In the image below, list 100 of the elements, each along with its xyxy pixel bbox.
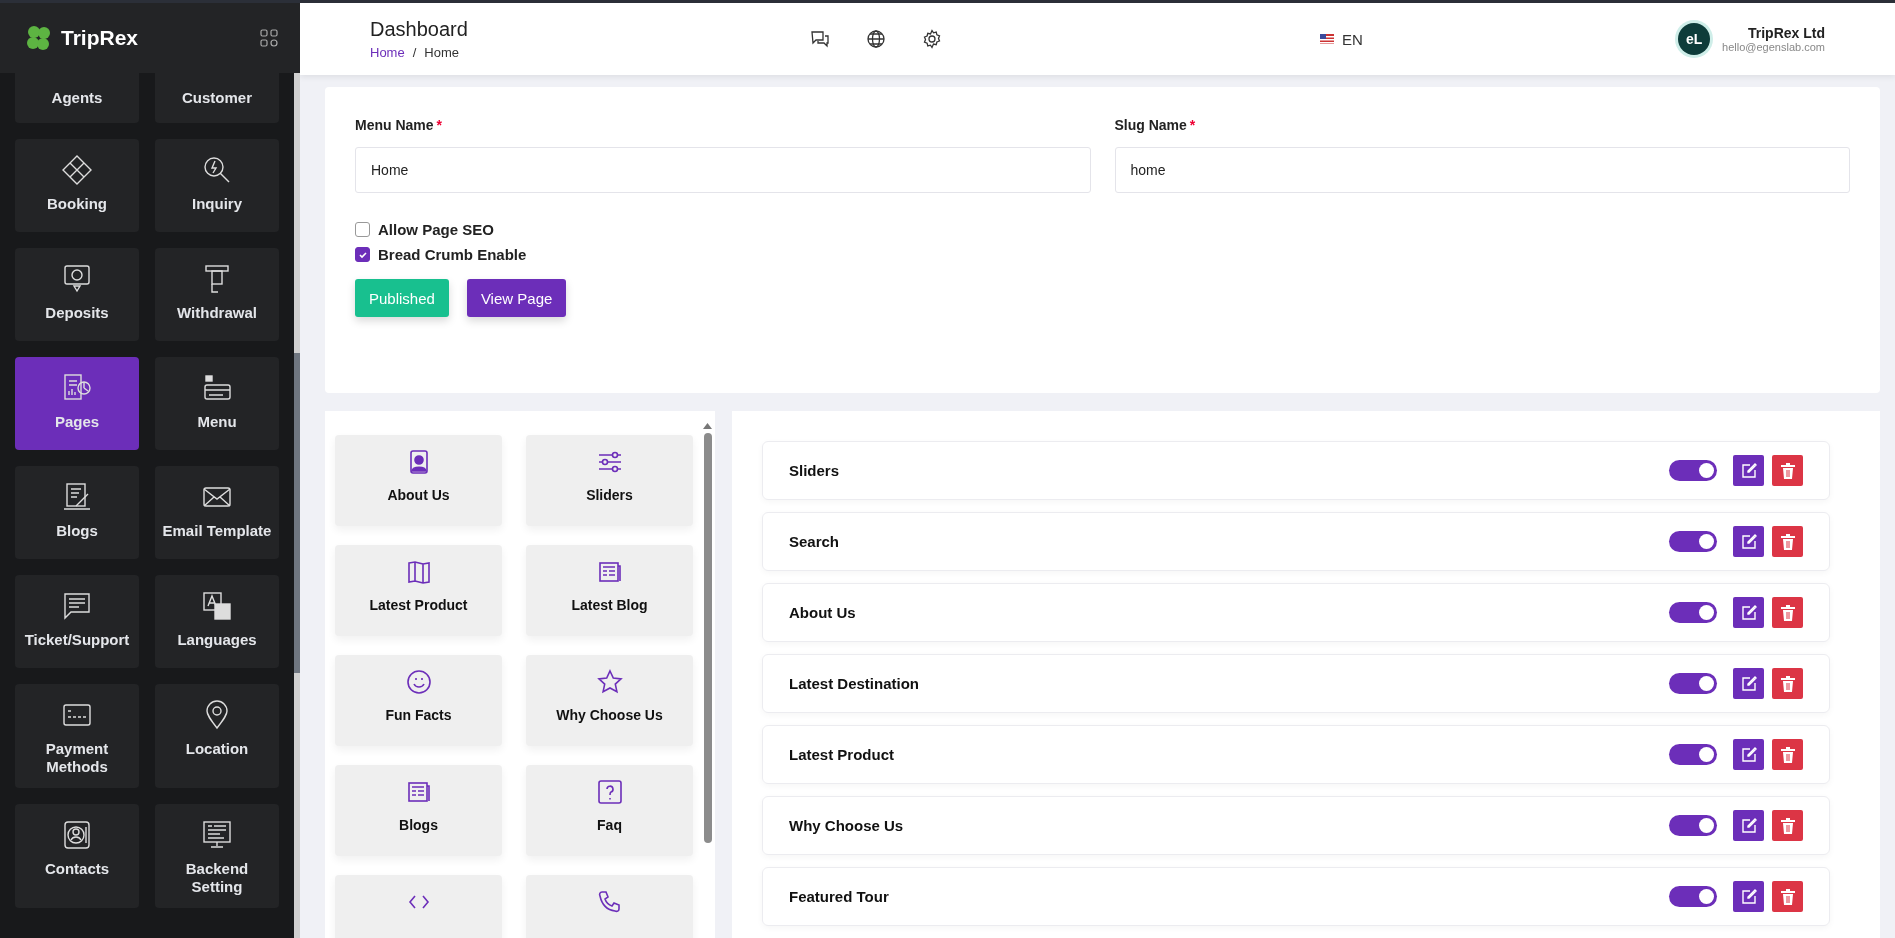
- widget-tile[interactable]: Why Choose Us: [526, 655, 693, 746]
- delete-button[interactable]: [1772, 739, 1803, 770]
- user-name: TripRex Ltd: [1748, 25, 1825, 41]
- toggle-switch[interactable]: [1669, 460, 1717, 481]
- sidebar-item[interactable]: Withdrawal: [155, 248, 279, 341]
- edit-button[interactable]: [1733, 668, 1764, 699]
- toggle-switch[interactable]: [1669, 531, 1717, 552]
- question-icon: [596, 779, 623, 805]
- delete-button[interactable]: [1772, 881, 1803, 912]
- sidebar-item-label: Customer: [182, 89, 252, 107]
- checkbox-label: Bread Crumb Enable: [378, 246, 527, 263]
- user-avatar[interactable]: eL: [1678, 23, 1711, 55]
- edit-button[interactable]: [1733, 597, 1764, 628]
- delete-button[interactable]: [1772, 668, 1803, 699]
- widget-label: Latest Product: [369, 597, 468, 613]
- delete-button[interactable]: [1772, 597, 1803, 628]
- language-selector[interactable]: EN: [1342, 30, 1363, 48]
- widget-tile[interactable]: About Us: [335, 435, 502, 526]
- checkmark-icon: [357, 249, 368, 260]
- search-icon: [202, 155, 232, 185]
- widget-tile[interactable]: Latest Blog: [526, 545, 693, 636]
- widget-label: Fun Facts: [385, 707, 452, 723]
- toggle-switch[interactable]: [1669, 815, 1717, 836]
- section-name: About Us: [789, 604, 857, 621]
- edit-button[interactable]: [1733, 810, 1764, 841]
- field-label: Menu Name *: [355, 117, 444, 133]
- edit-button[interactable]: [1733, 881, 1764, 912]
- breadcrumb-link[interactable]: Home: [370, 45, 405, 60]
- sliders-icon: [596, 449, 623, 475]
- sidebar-item-label: Ticket/Support: [24, 631, 130, 649]
- sidebar-item[interactable]: Ticket/Support: [15, 575, 139, 668]
- card-list-icon: [202, 373, 232, 403]
- atm-icon: [202, 264, 232, 294]
- newspaper-icon: [596, 559, 623, 585]
- sidebar-item[interactable]: Backend Setting: [155, 804, 279, 908]
- edit-button[interactable]: [1733, 739, 1764, 770]
- toggle-switch[interactable]: [1669, 673, 1717, 694]
- scrollbar-thumb[interactable]: [703, 433, 712, 843]
- settings-icon[interactable]: [922, 29, 942, 49]
- section-name: Latest Destination: [789, 675, 921, 692]
- folded-map-icon: [405, 559, 432, 585]
- sidebar-item[interactable]: Menu: [155, 357, 279, 450]
- toggle-switch[interactable]: [1669, 602, 1717, 623]
- sidebar-item[interactable]: Agents: [15, 73, 139, 123]
- edit-icon: [1740, 888, 1757, 905]
- text-field[interactable]: Home: [355, 147, 1091, 193]
- sidebar-scrollbar[interactable]: [294, 73, 300, 938]
- edit-icon: [1740, 462, 1757, 479]
- sidebar-item[interactable]: Customer: [155, 73, 279, 123]
- sidebar-item[interactable]: Pages: [15, 357, 139, 450]
- trash-icon: [1780, 817, 1795, 834]
- sidebar-item-label: Pages: [54, 413, 100, 431]
- edit-icon: [1740, 746, 1757, 763]
- widget-tile[interactable]: Latest Product: [335, 545, 502, 636]
- chat-icon[interactable]: [810, 29, 830, 49]
- star-icon: [596, 669, 623, 695]
- widget-tile[interactable]: Blogs: [335, 765, 502, 856]
- sidebar-item-label: Booking: [47, 195, 107, 213]
- toggle-switch[interactable]: [1669, 886, 1717, 907]
- sidebar-item[interactable]: Inquiry: [155, 139, 279, 232]
- widget-tile[interactable]: Sliders: [526, 435, 693, 526]
- text-field[interactable]: home: [1114, 147, 1850, 193]
- chat-bubble-icon: [62, 591, 92, 621]
- field-label: Slug Name *: [1114, 117, 1197, 133]
- breadcrumb-current: Home: [424, 45, 459, 60]
- sidebar-item[interactable]: Blogs: [15, 466, 139, 559]
- sidebar-item-label: Blogs: [56, 522, 98, 540]
- scroll-up-icon[interactable]: [703, 423, 712, 429]
- sidebar-item[interactable]: Payment Methods: [15, 684, 139, 788]
- view-page-button[interactable]: View Page: [466, 279, 567, 317]
- smiley-icon: [405, 669, 432, 695]
- sidebar-item[interactable]: Email Template: [155, 466, 279, 559]
- edit-icon: [1740, 604, 1757, 621]
- widget-tile[interactable]: Fun Facts: [335, 655, 502, 746]
- widget-label: Blogs: [399, 817, 438, 833]
- edit-button[interactable]: [1733, 455, 1764, 486]
- flag-icon: [1320, 34, 1334, 44]
- document-pen-icon: [62, 482, 92, 512]
- page-title: Dashboard: [370, 18, 469, 41]
- checkbox[interactable]: [355, 222, 370, 237]
- deposit-icon: [62, 264, 92, 294]
- globe-icon[interactable]: [866, 29, 886, 49]
- sidebar-item[interactable]: Location: [155, 684, 279, 788]
- delete-button[interactable]: [1772, 526, 1803, 557]
- delete-button[interactable]: [1772, 810, 1803, 841]
- edit-button[interactable]: [1733, 526, 1764, 557]
- section-name: Latest Product: [789, 746, 895, 763]
- sidebar-item-label: Deposits: [45, 304, 109, 322]
- widget-tile[interactable]: Faq: [526, 765, 693, 856]
- trash-icon: [1780, 533, 1795, 550]
- sidebar-item[interactable]: Contacts: [15, 804, 139, 908]
- sidebar-item[interactable]: Deposits: [15, 248, 139, 341]
- toggle-switch[interactable]: [1669, 744, 1717, 765]
- widget-label: About Us: [387, 487, 450, 503]
- delete-button[interactable]: [1772, 455, 1803, 486]
- grid-menu-icon[interactable]: [260, 29, 278, 47]
- sidebar-item[interactable]: Languages: [155, 575, 279, 668]
- trash-icon: [1780, 462, 1795, 479]
- sidebar-item[interactable]: Booking: [15, 139, 139, 232]
- checkbox[interactable]: [355, 247, 370, 262]
